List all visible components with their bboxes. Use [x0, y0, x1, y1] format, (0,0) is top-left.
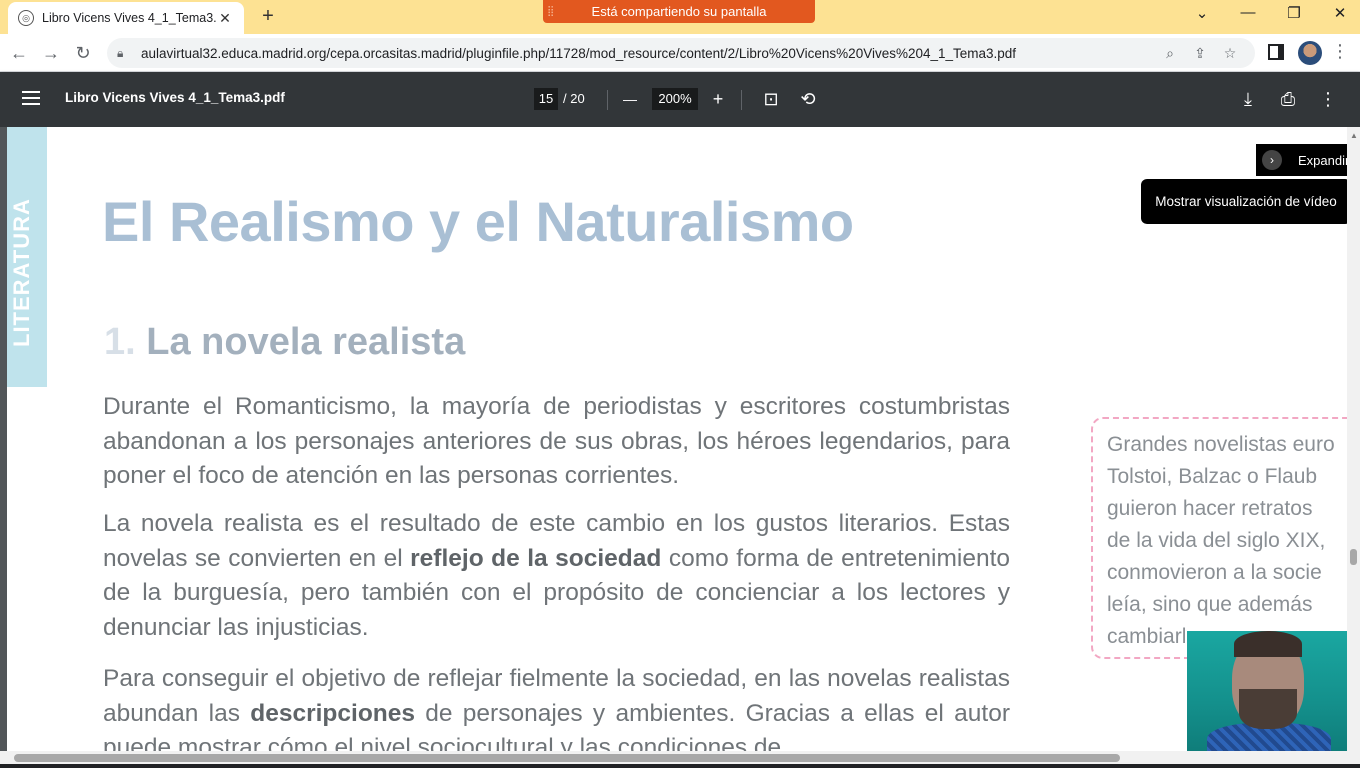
- tab-title: Libro Vicens Vives 4_1_Tema3.pdf: [42, 11, 216, 25]
- info-sidebox: Grandes novelistas euro Tolstoi, Balzac …: [1091, 417, 1347, 659]
- video-tooltip: Mostrar visualización de vídeo: [1141, 179, 1351, 224]
- restore-button[interactable]: ❐: [1279, 4, 1309, 22]
- tab-close-icon[interactable]: ✕: [216, 10, 234, 27]
- close-window-button[interactable]: ✕: [1325, 4, 1355, 22]
- sidebox-line: de la vida del siglo XIX,: [1107, 529, 1326, 552]
- screen-share-banner[interactable]: ⣿ Está compartiendo su pantalla: [543, 0, 815, 23]
- drag-grip-icon[interactable]: ⣿: [547, 6, 565, 17]
- paragraph-3-bold: descripciones: [250, 699, 416, 727]
- sidebox-line: conmovieron a la socie: [1107, 561, 1322, 584]
- download-icon[interactable]: ⤓: [1235, 86, 1261, 112]
- paragraph-2-bold: reflejo de la sociedad: [410, 544, 662, 572]
- lock-icon[interactable]: 🔒︎: [117, 46, 137, 61]
- toolbar-divider: [607, 90, 608, 110]
- sidebox-line: Grandes novelistas euro: [1107, 433, 1335, 456]
- paragraph-2: La novela realista es el resultado de es…: [103, 507, 1010, 645]
- tab-strip: ◎ Libro Vicens Vives 4_1_Tema3.pdf ✕ + ⣿…: [0, 0, 1360, 34]
- section-number: 1.: [104, 321, 136, 363]
- fit-page-icon[interactable]: ⊡: [758, 86, 784, 112]
- page-number-input[interactable]: 15: [534, 88, 558, 110]
- rotate-icon[interactable]: ⟲: [795, 86, 821, 112]
- browser-tab[interactable]: ◎ Libro Vicens Vives 4_1_Tema3.pdf ✕: [8, 2, 244, 34]
- horizontal-scroll-thumb[interactable]: [14, 754, 1120, 762]
- print-icon[interactable]: ⎙: [1275, 86, 1301, 112]
- reload-button[interactable]: ↻: [71, 41, 95, 65]
- horizontal-scrollbar[interactable]: [0, 751, 1360, 764]
- sidebox-line: leía, sino que además: [1107, 593, 1313, 616]
- more-actions-icon[interactable]: ⋮: [1315, 86, 1341, 112]
- tab-search-icon[interactable]: ⌄: [1187, 4, 1217, 22]
- omnibox[interactable]: 🔒︎ aulavirtual32.educa.madrid.org/cepa.o…: [107, 38, 1255, 68]
- webcam-person-hair: [1234, 631, 1302, 657]
- new-tab-button[interactable]: +: [256, 5, 280, 29]
- page-total: / 20: [563, 91, 585, 106]
- bookmark-star-icon[interactable]: ☆: [1215, 45, 1245, 62]
- menu-hamburger-icon[interactable]: [22, 91, 40, 105]
- vertical-scrollbar[interactable]: ▲: [1347, 127, 1360, 751]
- taskbar-edge: [0, 764, 1360, 768]
- pdf-title: Libro Vicens Vives 4_1_Tema3.pdf: [65, 90, 285, 105]
- zoom-level-input[interactable]: 200%: [652, 88, 698, 110]
- side-label: LITERATURA: [9, 198, 34, 347]
- scroll-up-arrow-icon[interactable]: ▲: [1350, 131, 1358, 140]
- share-icon[interactable]: ⇪: [1185, 45, 1215, 62]
- chevron-right-icon: ›: [1262, 150, 1282, 170]
- sidebox-line: guieron hacer retratos: [1107, 497, 1313, 520]
- profile-avatar[interactable]: [1298, 41, 1322, 65]
- webcam-preview[interactable]: [1187, 631, 1347, 751]
- zoom-icon[interactable]: ⌕: [1155, 45, 1185, 62]
- expand-video-button[interactable]: › Expandir e: [1256, 144, 1360, 176]
- page-heading: El Realismo y el Naturalismo: [102, 190, 854, 253]
- chrome-menu-icon[interactable]: ⋮: [1330, 41, 1350, 65]
- vertical-scroll-thumb[interactable]: [1350, 549, 1357, 565]
- back-button[interactable]: ←: [7, 41, 31, 65]
- side-panel-icon[interactable]: [1268, 44, 1284, 60]
- section-heading: 1. La novela realista: [104, 321, 465, 364]
- forward-button[interactable]: →: [39, 41, 63, 65]
- paragraph-1: Durante el Romanticismo, la mayoría de p…: [103, 393, 1010, 489]
- sidebox-line: Tolstoi, Balzac o Flaub: [1107, 465, 1318, 488]
- minimize-button[interactable]: —: [1233, 4, 1263, 21]
- paragraph-3: Para conseguir el objetivo de reflejar f…: [103, 662, 1010, 751]
- zoom-out-button[interactable]: —: [617, 86, 643, 112]
- moodle-favicon-icon: ◎: [18, 10, 34, 26]
- section-title: La novela realista: [146, 321, 466, 363]
- pdf-toolbar: Libro Vicens Vives 4_1_Tema3.pdf 15 / 20…: [0, 72, 1360, 127]
- address-bar-row: ← → ↻ 🔒︎ aulavirtual32.educa.madrid.org/…: [0, 34, 1360, 72]
- webcam-person-beard: [1239, 689, 1297, 729]
- url-text[interactable]: aulavirtual32.educa.madrid.org/cepa.orca…: [141, 46, 1155, 61]
- toolbar-divider: [741, 90, 742, 110]
- zoom-in-button[interactable]: +: [705, 86, 731, 112]
- screen-share-text: Está compartiendo su pantalla: [591, 4, 767, 19]
